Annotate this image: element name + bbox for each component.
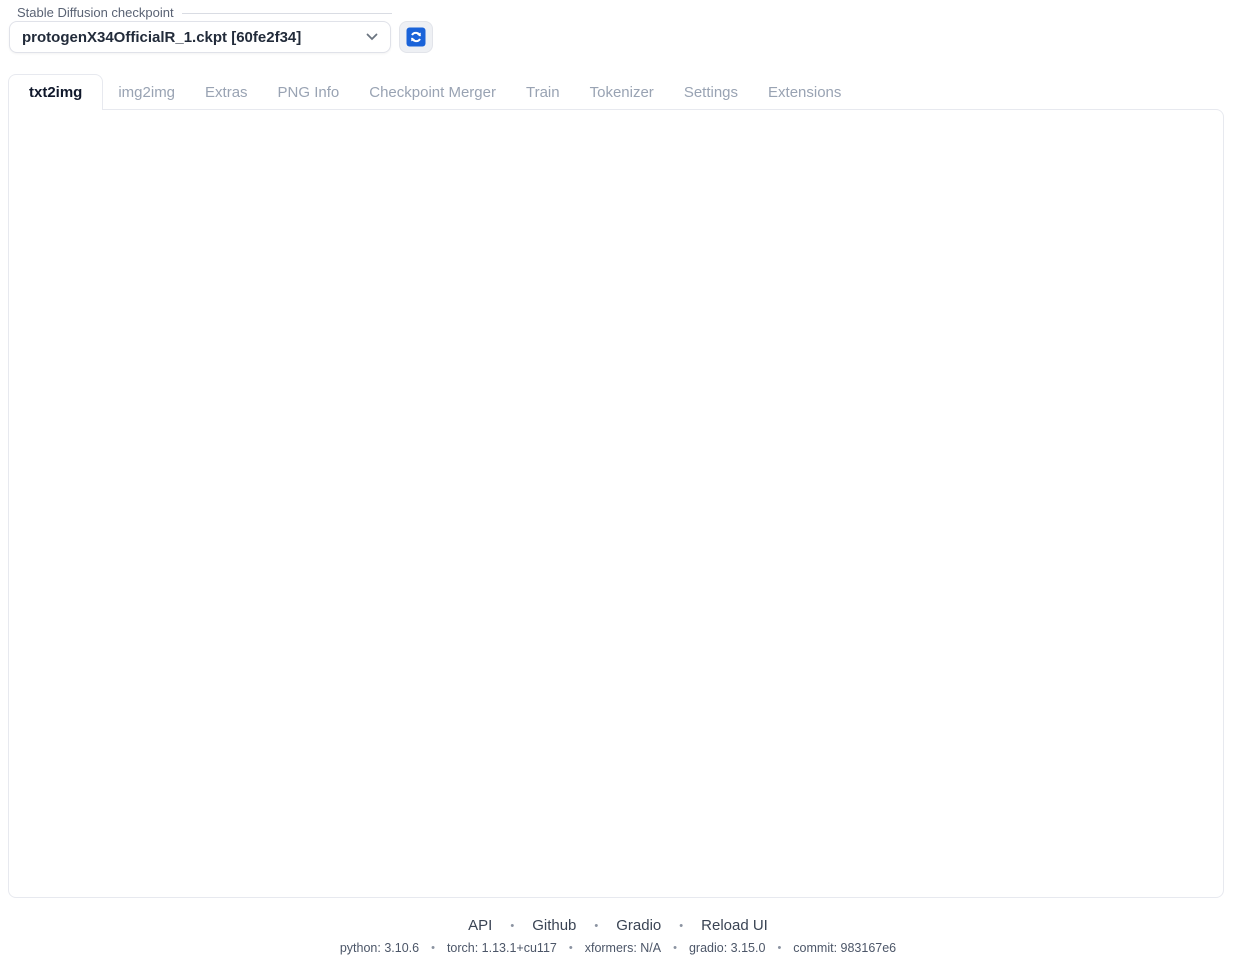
refresh-checkpoint-button[interactable]	[399, 21, 433, 53]
flink-github[interactable]: Github	[532, 917, 576, 934]
tab-extras[interactable]: Extras	[190, 74, 263, 110]
separator-dot: •	[679, 920, 683, 932]
tab-png-info[interactable]: PNG Info	[263, 74, 355, 110]
flink-reload-ui[interactable]: Reload UI	[701, 917, 768, 934]
tab-train[interactable]: Train	[511, 74, 575, 110]
stable-diffusion-webui: Stable Diffusion checkpoint protogenX34O…	[0, 0, 1236, 966]
vseg-gradio-3-15-0: gradio: 3.15.0	[689, 941, 765, 955]
tab-txt2img[interactable]: txt2img	[8, 74, 103, 110]
separator-dot: •	[777, 942, 781, 954]
checkpoint-label: Stable Diffusion checkpoint	[17, 5, 174, 20]
checkpoint-select[interactable]: protogenX34OfficialR_1.ckpt [60fe2f34]	[9, 21, 391, 53]
tab-checkpoint-merger[interactable]: Checkpoint Merger	[354, 74, 511, 110]
checkpoint-value: protogenX34OfficialR_1.ckpt [60fe2f34]	[22, 29, 301, 46]
separator-dot: •	[510, 920, 514, 932]
separator-dot: •	[594, 920, 598, 932]
content-area	[8, 109, 1224, 898]
tab-tokenizer[interactable]: Tokenizer	[575, 74, 669, 110]
tab-img2img[interactable]: img2img	[103, 74, 190, 110]
checkpoint-label-row: Stable Diffusion checkpoint	[17, 5, 392, 20]
separator-dot: •	[673, 942, 677, 954]
tab-bar: txt2imgimg2imgExtrasPNG InfoCheckpoint M…	[8, 74, 856, 110]
vseg-xformers-n-a: xformers: N/A	[585, 941, 661, 955]
divider	[182, 13, 392, 14]
vseg-python-3-10-6: python: 3.10.6	[340, 941, 419, 955]
flink-gradio[interactable]: Gradio	[616, 917, 661, 934]
refresh-icon	[406, 27, 426, 47]
footer-versions: python: 3.10.6 • torch: 1.13.1+cu117 • xform…	[0, 941, 1236, 955]
vseg-torch-1-13-1-cu117: torch: 1.13.1+cu117	[447, 941, 557, 955]
separator-dot: •	[569, 942, 573, 954]
footer-links: API • Github • Gradio • Reload UI	[0, 917, 1236, 934]
vseg-commit-983167e6: commit: 983167e6	[793, 941, 896, 955]
tab-extensions[interactable]: Extensions	[753, 74, 856, 110]
tab-settings[interactable]: Settings	[669, 74, 753, 110]
separator-dot: •	[431, 942, 435, 954]
flink-api[interactable]: API	[468, 917, 492, 934]
chevron-down-icon	[366, 33, 378, 41]
